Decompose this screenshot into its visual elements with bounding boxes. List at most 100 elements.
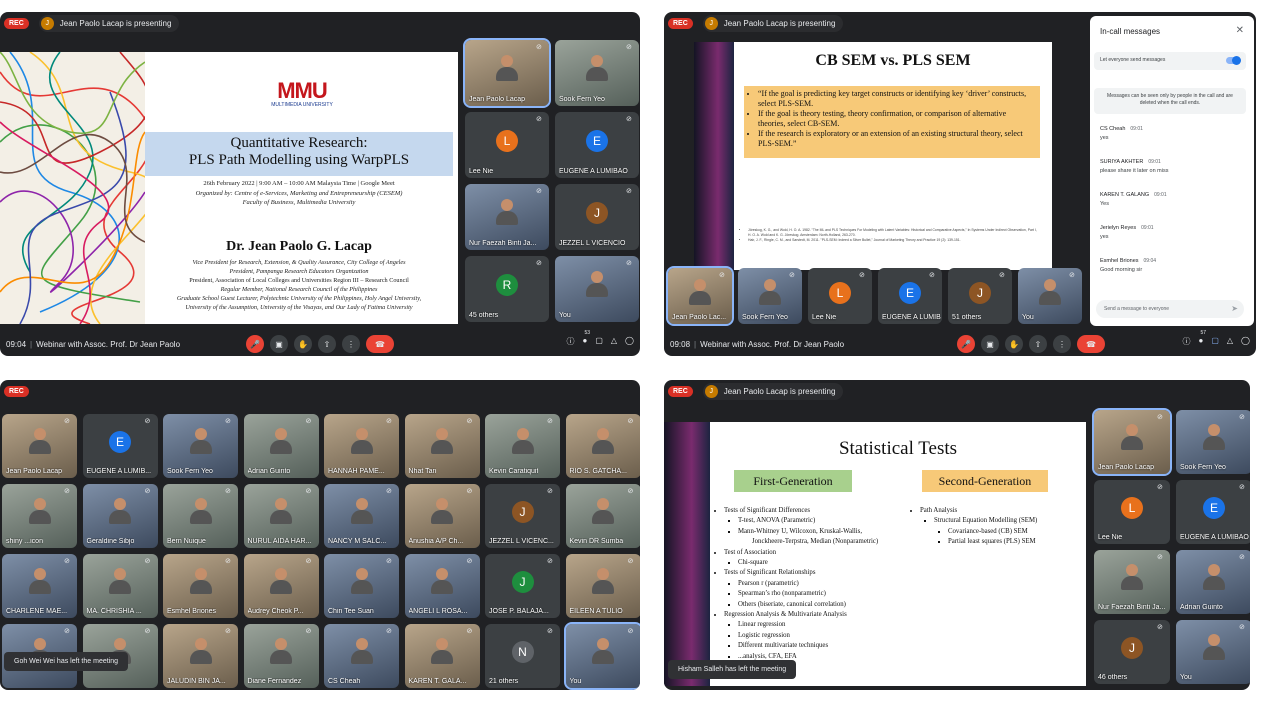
participant-tile[interactable]: E ⊘ EUGENE A LUMIBAO	[878, 268, 942, 324]
participant-tile[interactable]: N ⊘ 21 others	[485, 624, 560, 688]
presenting-chip[interactable]: J Jean Paolo Lacap is presenting	[702, 14, 844, 32]
participant-tile[interactable]: ⊘ Jean Paolo Lacap	[2, 414, 77, 478]
participant-tile[interactable]: ⊘ Chin Tee Suan	[324, 554, 399, 618]
test-item: Chi-square	[738, 558, 918, 568]
participant-tile[interactable]: J ⊘ 46 others	[1094, 620, 1170, 684]
hang-up-button[interactable]: ☎	[1077, 335, 1106, 353]
participant-tile[interactable]: ⊘ Anushia A/P Ch...	[404, 484, 480, 548]
present-icon[interactable]: ⇧	[1029, 335, 1048, 353]
participant-tile[interactable]: ⊘ Nhat Tan	[404, 414, 480, 478]
participant-tile[interactable]: ⊘ You	[555, 256, 639, 322]
participant-tile[interactable]: J ⊘ 51 others	[948, 268, 1012, 324]
mic-muted-icon: ⊘	[626, 116, 632, 123]
participant-name: Adrian Guinto	[1180, 604, 1223, 611]
activities-icon[interactable]: △	[611, 336, 617, 347]
participant-avatar: L	[1121, 497, 1143, 520]
participant-tile[interactable]: ⊘ MA. CHRISHIA ...	[82, 554, 158, 618]
participant-tile[interactable]: ⊘ Sook Fern Yeo	[555, 40, 639, 106]
participant-tile[interactable]: ⊘ Audrey Cheok P...	[243, 554, 319, 618]
participant-name: 21 others	[489, 678, 519, 685]
participant-avatar: N	[511, 641, 534, 664]
chat-icon[interactable]: ▢	[1211, 336, 1219, 347]
participant-tile[interactable]: ⊘ You	[1018, 268, 1082, 324]
participant-tile[interactable]: ⊘ You	[1176, 620, 1250, 684]
participant-tile[interactable]: ⊘ EILEEN A TULIO	[565, 554, 640, 618]
participant-tile[interactable]: ⊘ Nur Faezah Binti Ja...	[1094, 550, 1170, 614]
present-icon[interactable]: ⇧	[318, 335, 336, 353]
participant-name: Lee Nie	[1098, 534, 1123, 541]
participant-tile[interactable]: ⊘ Sook Fern Yeo	[163, 414, 238, 478]
participant-tile[interactable]: ⊘ Kevin Caratiquit	[485, 414, 560, 478]
participant-tile[interactable]: ⊘ CHARLENE MAE...	[2, 554, 77, 618]
participant-tile[interactable]: ⊘ Sook Fern Yeo	[738, 268, 802, 324]
raise-hand-icon[interactable]: ✋	[294, 335, 312, 353]
host-controls-icon[interactable]: ◯	[625, 336, 634, 347]
participant-video	[270, 427, 292, 454]
camera-icon[interactable]: ▣	[270, 335, 288, 353]
people-icon[interactable]: ● 57	[1198, 330, 1206, 347]
send-icon[interactable]: ➤	[1231, 304, 1238, 313]
mic-muted-icon: ⊘	[1157, 484, 1163, 491]
participant-tile[interactable]: ⊘ You	[563, 622, 640, 690]
quote-bullet: If the goal is theory testing, theory co…	[758, 109, 1034, 129]
mic-off-icon[interactable]: 🎤	[246, 335, 264, 353]
participant-tile[interactable]: E ⊘ EUGENE A LUMIBAO	[555, 112, 639, 178]
presenting-chip[interactable]: J Jean Paolo Lacap is presenting	[702, 382, 844, 400]
left-meeting-toast: Goh Wei Wei has left the meeting	[4, 652, 129, 671]
participant-tile[interactable]: J ⊘ JEZZEL L VICENCIO	[555, 184, 639, 250]
participant-tile[interactable]: ⊘ Adrian Guinto	[243, 414, 319, 478]
participant-tile[interactable]: J ⊘ JEZZEL L VICENC...	[485, 484, 560, 548]
host-controls-icon[interactable]: ◯	[1241, 336, 1250, 347]
raise-hand-icon[interactable]: ✋	[1005, 335, 1024, 353]
participant-video	[511, 427, 534, 454]
participant-tile[interactable]: L ⊘ Lee Nie	[808, 268, 872, 324]
message-input[interactable]: Send a message to everyone ➤	[1096, 300, 1244, 318]
participant-tile[interactable]: ⊘ Diane Fernandez	[243, 624, 319, 688]
meet-window-4: REC J Jean Paolo Lacap is presenting Stat…	[664, 380, 1250, 690]
participant-tile[interactable]: ⊘ Adrian Guinto	[1176, 550, 1250, 614]
participant-tile[interactable]: ⊘ NURUL AIDA HAR...	[243, 484, 319, 548]
mic-muted-icon: ⊘	[1069, 272, 1075, 279]
people-icon[interactable]: ● 53	[582, 330, 590, 347]
participant-tile[interactable]: ⊘ Bern Nuique	[163, 484, 238, 548]
mic-muted-icon: ⊘	[1239, 554, 1245, 561]
activities-icon[interactable]: △	[1227, 336, 1233, 347]
participant-tile[interactable]: ⊘ Esmhel Briones	[163, 554, 238, 618]
info-icon[interactable]: ⓘ	[566, 336, 574, 347]
camera-icon[interactable]: ▣	[981, 335, 1000, 353]
participant-name: 51 others	[952, 314, 982, 321]
participant-tile[interactable]: E ⊘ EUGENE A LUMIBAO	[1176, 480, 1250, 544]
test-item: Logistic regression	[738, 631, 918, 641]
participant-tile[interactable]: ⊘ Geraldine Sibjo	[82, 484, 158, 548]
participant-tile[interactable]: E ⊘ EUGENE A LUMIB...	[82, 414, 158, 478]
mic-off-icon[interactable]: 🎤	[957, 335, 976, 353]
participant-tile[interactable]: ⊘ CS Cheah	[324, 624, 399, 688]
presenting-chip[interactable]: J Jean Paolo Lacap is presenting	[38, 14, 180, 32]
participant-tile[interactable]: ⊘ shiny ...icon	[2, 484, 77, 548]
chat-icon[interactable]: ▢	[595, 336, 603, 347]
participant-tile[interactable]: ⊘ Jean Paolo Lacap	[463, 38, 551, 108]
participant-tile[interactable]: R ⊘ 45 others	[465, 256, 549, 322]
participant-tile[interactable]: ⊘ KAREN T. GALA...	[404, 624, 480, 688]
participant-tile[interactable]: L ⊘ Lee Nie	[1094, 480, 1170, 544]
participant-tile[interactable]: ⊘ Kevin DR Sumba	[565, 484, 640, 548]
close-icon[interactable]: ✕	[1236, 25, 1244, 36]
participant-tile[interactable]: J ⊘ JOSE P. BALAJA...	[485, 554, 560, 618]
participant-tile[interactable]: ⊘ RIO S. GATCHA...	[565, 414, 640, 478]
send-permission-toggle[interactable]	[1226, 56, 1241, 65]
info-icon[interactable]: ⓘ	[1182, 336, 1190, 347]
participant-tile[interactable]: ⊘ Jean Paolo Lac...	[666, 266, 734, 326]
mic-muted-icon: ⊘	[225, 418, 231, 425]
participant-video	[350, 497, 373, 524]
participant-tile[interactable]: ⊘ ANGELI L ROSA...	[404, 554, 480, 618]
participant-tile[interactable]: ⊘ Jean Paolo Lacap	[1092, 408, 1172, 476]
participant-tile[interactable]: ⊘ Nur Faezah Binti Ja...	[465, 184, 549, 250]
participant-tile[interactable]: ⊘ NANCY M SALC...	[324, 484, 399, 548]
participant-tile[interactable]: ⊘ JALUDIN BIN JA...	[163, 624, 238, 688]
participant-tile[interactable]: ⊘ Sook Fern Yeo	[1176, 410, 1250, 474]
participant-tile[interactable]: ⊘ HANNAH PAME...	[324, 414, 399, 478]
hang-up-button[interactable]: ☎	[366, 335, 394, 353]
more-options-icon[interactable]: ⋮	[1053, 335, 1072, 353]
more-options-icon[interactable]: ⋮	[342, 335, 360, 353]
participant-tile[interactable]: L ⊘ Lee Nie	[465, 112, 549, 178]
